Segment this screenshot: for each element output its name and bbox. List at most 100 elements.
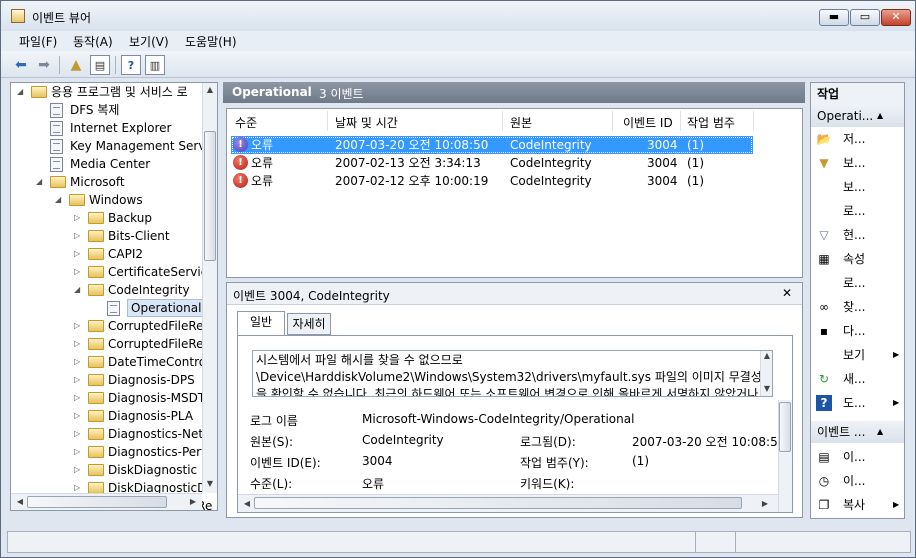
actions-section-event[interactable]: 이벤트 ... ▲ [811, 421, 904, 443]
description-scrollbar[interactable]: ▲ ▼ [760, 351, 772, 396]
scroll-down-icon[interactable]: ▼ [203, 479, 217, 488]
forward-arrow-icon[interactable]: ➡ [34, 55, 54, 75]
tree-node[interactable]: ▷ Diagnosis-DPS [11, 371, 201, 389]
expand-arrow-icon[interactable]: ▷ [74, 371, 84, 389]
maximize-button[interactable]: ▭ [850, 9, 880, 26]
console-tree-icon[interactable]: ▤ [90, 55, 110, 75]
action-item[interactable]: ▪선... [811, 517, 904, 518]
expand-arrow-icon[interactable]: ▷ [74, 335, 84, 353]
collapse-arrow-icon[interactable]: ◢ [36, 173, 46, 191]
action-item[interactable]: 로... [811, 199, 904, 223]
tree-node[interactable]: ▷ Backup [11, 209, 201, 227]
expand-arrow-icon[interactable]: ▷ [74, 461, 84, 479]
tree-node[interactable]: ◢ Windows [11, 191, 201, 209]
event-description[interactable]: 시스템에서 파일 해시를 찾을 수 없으므로 \Device\HarddiskV… [252, 350, 773, 397]
action-item[interactable]: ▪ 다... [811, 319, 904, 343]
menu-action[interactable]: 동작(A) [73, 33, 113, 50]
tree-node[interactable]: Internet Explorer [11, 119, 201, 137]
scroll-down-icon[interactable]: ▼ [760, 384, 774, 393]
close-detail-icon[interactable]: ✕ [782, 286, 792, 300]
tree-node[interactable]: ▷ DateTimeControl [11, 353, 209, 371]
help-icon[interactable]: ? [121, 55, 141, 75]
scroll-right-icon[interactable]: ▶ [758, 499, 772, 508]
column-header-level[interactable]: 수준 [235, 114, 257, 131]
action-item[interactable]: ▽ 현... [811, 223, 904, 247]
tab-details[interactable]: 자세히 [287, 313, 331, 335]
collapse-arrow-icon[interactable]: ◢ [17, 83, 27, 101]
expand-arrow-icon[interactable]: ▷ [74, 317, 84, 335]
scroll-right-icon[interactable]: ▶ [186, 497, 200, 506]
tree-node[interactable]: ▷ DiskDiagnostic [11, 461, 201, 479]
tree-node[interactable]: ▷ Bits-Client [11, 227, 201, 245]
detail-hscroll-thumb[interactable] [254, 497, 742, 509]
expand-arrow-icon[interactable]: ▷ [74, 263, 84, 281]
scroll-up-icon[interactable]: ▲ [203, 85, 217, 94]
expand-arrow-icon[interactable]: ▷ [74, 353, 84, 371]
action-pane-icon[interactable]: ▥ [145, 55, 165, 75]
action-item[interactable]: ↻ 새... [811, 367, 904, 391]
minimize-button[interactable]: ▬ [819, 9, 849, 26]
tree-node[interactable]: ◢ Microsoft [11, 173, 201, 191]
tree-node[interactable]: DFS 복제 [11, 101, 201, 119]
scroll-left-icon[interactable]: ◀ [13, 497, 27, 506]
event-row[interactable]: ! 오류 2007-03-20 오전 10:08:50 CodeIntegrit… [231, 136, 753, 154]
menu-file[interactable]: 파일(F) [19, 33, 57, 50]
tree-horizontal-scrollbar[interactable]: ◀ ▶ [11, 493, 202, 510]
detail-horizontal-scrollbar[interactable]: ◀ ▶ [238, 494, 778, 512]
collapse-arrow-icon[interactable]: ◢ [55, 191, 65, 209]
event-row[interactable]: ! 오류 2007-02-12 오후 10:00:19 CodeIntegrit… [231, 172, 753, 190]
tree-scroll-thumb[interactable] [204, 131, 216, 261]
tree-node[interactable]: ▷ CertificateService [11, 263, 215, 281]
tree-hscroll-thumb[interactable] [27, 496, 167, 508]
action-item[interactable]: 보... [811, 175, 904, 199]
tree-node[interactable]: Media Center [11, 155, 201, 173]
action-item[interactable]: ▼ 보... [811, 151, 904, 175]
action-item[interactable]: ◷ 이... [811, 469, 904, 493]
tree-node[interactable]: ▷ Diagnostics-Perfo [11, 443, 213, 461]
actions-section-log[interactable]: Operati... ▲ [811, 105, 904, 127]
tree-node[interactable]: ▷ Diagnosis-MSDT [11, 389, 205, 407]
tree-node[interactable]: ▷ Diagnostics-Netw [11, 425, 213, 443]
menu-view[interactable]: 보기(V) [129, 33, 169, 50]
expand-arrow-icon[interactable]: ▷ [74, 443, 84, 461]
tree-vertical-scrollbar[interactable]: ▲ ▼ [202, 83, 217, 493]
action-item[interactable]: 보기 ▶ [811, 343, 904, 367]
action-item[interactable]: ❐ 복사 ▶ [811, 493, 904, 517]
scroll-up-icon[interactable]: ▲ [760, 351, 774, 360]
tree-node[interactable]: ◢ CodeIntegrity [11, 281, 201, 299]
tree-node[interactable]: Key Management Servic [11, 137, 215, 155]
column-header-datetime[interactable]: 날짜 및 시간 [335, 114, 398, 131]
detail-scroll-thumb[interactable] [779, 402, 791, 452]
detail-vertical-scrollbar[interactable] [778, 400, 792, 512]
action-item[interactable]: 로... [811, 271, 904, 295]
tree-node[interactable]: Operational [11, 299, 206, 317]
collapse-arrow-icon[interactable]: ◢ [74, 281, 84, 299]
action-item[interactable]: ▦ 속성 [811, 247, 904, 271]
expand-arrow-icon[interactable]: ▷ [74, 389, 84, 407]
action-item[interactable]: 📂 저... [811, 127, 904, 151]
expand-arrow-icon[interactable]: ▷ [74, 407, 84, 425]
expand-arrow-icon[interactable]: ▷ [74, 227, 84, 245]
action-item[interactable]: ? 도... ▶ [811, 391, 904, 415]
menu-help[interactable]: 도움말(H) [185, 33, 237, 50]
expand-arrow-icon[interactable]: ▷ [74, 425, 84, 443]
action-item[interactable]: ∞ 찾... [811, 295, 904, 319]
tab-general[interactable]: 일반 [237, 311, 285, 336]
tree-node[interactable]: ▷ CorruptedFileRec [11, 317, 210, 335]
collapse-icon[interactable]: ▲ [877, 105, 883, 127]
column-header-event-id[interactable]: 이벤트 ID [623, 114, 673, 131]
back-arrow-icon[interactable]: ⬅ [11, 55, 31, 75]
close-button[interactable]: ✕ [881, 9, 911, 26]
tree-node[interactable]: ▷ CorruptedFileRec [11, 335, 210, 353]
event-row[interactable]: ! 오류 2007-02-13 오전 3:34:13 CodeIntegrity… [231, 154, 753, 172]
tree-node[interactable]: ▷ CAPI2 [11, 245, 201, 263]
column-header-task-category[interactable]: 작업 범주 [687, 114, 735, 131]
action-item[interactable]: ▤ 이... [811, 445, 904, 469]
collapse-icon[interactable]: ▲ [877, 421, 883, 443]
tree-node[interactable]: ▷ Diagnosis-PLA [11, 407, 201, 425]
expand-arrow-icon[interactable]: ▷ [74, 209, 84, 227]
scroll-left-icon[interactable]: ◀ [240, 499, 254, 508]
up-folder-icon[interactable]: ▲ [66, 55, 86, 75]
column-header-source[interactable]: 원본 [510, 114, 532, 131]
tree-node[interactable]: ◢ 응용 프로그램 및 서비스 로 [11, 83, 201, 101]
